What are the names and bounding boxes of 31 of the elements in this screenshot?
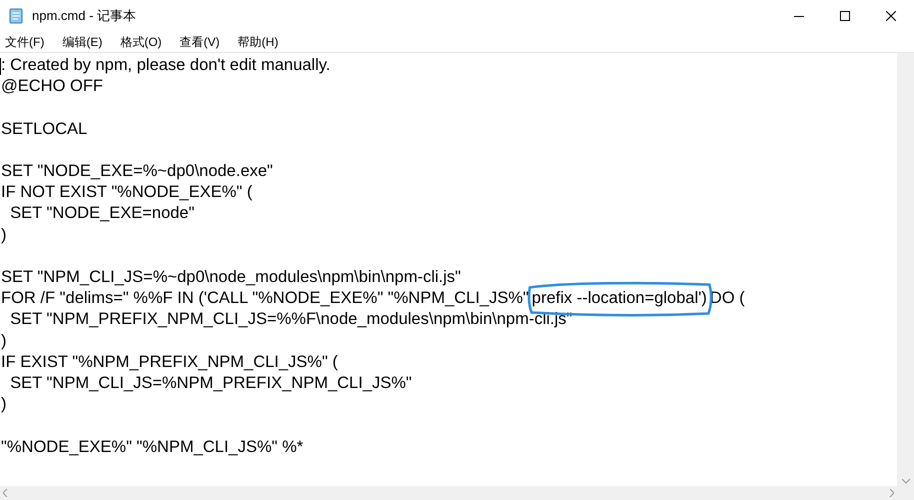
maximize-icon bbox=[840, 11, 850, 21]
menu-item[interactable]: 格式(O) bbox=[120, 33, 162, 51]
menu-item[interactable]: 编辑(E) bbox=[62, 33, 102, 51]
code-text: SET "NODE_EXE=%~dp0\node.exe" bbox=[1, 162, 273, 180]
code-text: FOR /F "delims=" %%F IN ('CALL "%NODE_EXE%" "%NPM_CLI_JS%" bbox=[1, 289, 529, 308]
code-text: SET "NODE_EXE=node" bbox=[9, 204, 194, 222]
horizontal-scrollbar[interactable] bbox=[0, 486, 914, 500]
text-cursor bbox=[0, 58, 1, 75]
menu-item[interactable]: 文件(F) bbox=[5, 33, 44, 51]
code-text: SET "NPM_CLI_JS=%NPM_PREFIX_NPM_CLI_JS%" bbox=[9, 374, 412, 392]
menu-item[interactable]: 帮助(H) bbox=[238, 33, 278, 51]
menu-item[interactable]: 查看(V) bbox=[180, 33, 220, 51]
code-text: "%NODE_EXE%" "%NPM_CLI_JS%" %* bbox=[1, 438, 304, 456]
scroll-down-icon[interactable] bbox=[902, 479, 910, 484]
vertical-scrollbar[interactable] bbox=[897, 53, 914, 486]
notepad-icon bbox=[8, 8, 24, 24]
code-text: IF EXIST "%NPM_PREFIX_NPM_CLI_JS%" ( bbox=[1, 352, 338, 371]
code-text: ) bbox=[1, 226, 6, 244]
code-text: : Created by npm, please don't edit manually. bbox=[1, 56, 330, 74]
scroll-left-icon[interactable] bbox=[3, 489, 8, 497]
code-text: SET "NPM_CLI_JS=%~dp0\node_modules\npm\bin\npm-cli.js" bbox=[1, 268, 461, 286]
close-icon bbox=[886, 11, 896, 21]
code-text: ) bbox=[1, 332, 6, 350]
scroll-right-icon[interactable] bbox=[889, 489, 894, 497]
code-text: prefix --location=global') bbox=[532, 289, 707, 308]
code-text: ) bbox=[1, 395, 6, 414]
code-text: IF NOT EXIST "%NODE_EXE%" ( bbox=[1, 183, 252, 202]
code-text: @ECHO OFF bbox=[1, 77, 103, 96]
code-text: SET "NPM_PREFIX_NPM_CLI_JS=%%F\node_modules\npm\bin\npm-cli.js" bbox=[9, 310, 572, 328]
window-title: npm.cmd - 记事本 bbox=[32, 7, 136, 26]
code-text: SETLOCAL bbox=[1, 120, 88, 138]
